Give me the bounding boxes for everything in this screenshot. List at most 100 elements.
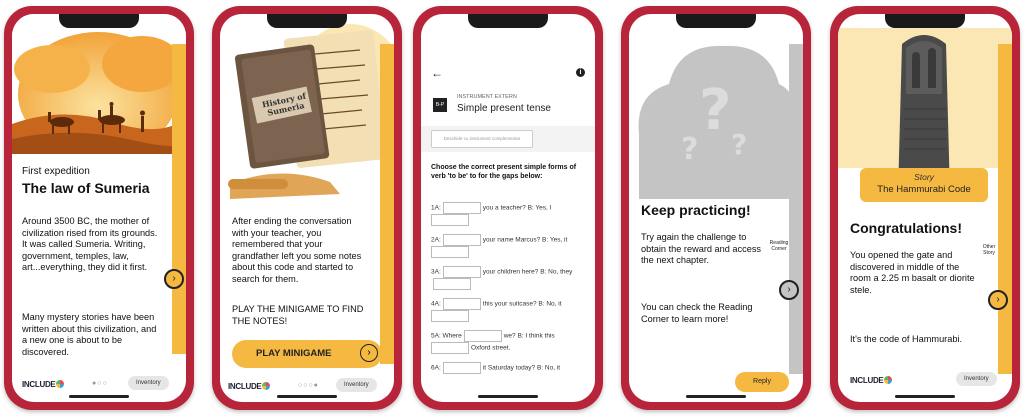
gap-item-3: 3A: your children here? B: No, they [431,266,585,290]
other-story-button[interactable]: › [988,290,1008,310]
phone-2: History of Sumeria After ending the conv… [212,6,402,410]
gap-suffix: it Saturday today? B: No, it [482,364,561,372]
page-title: The law of Sumeria [22,180,150,196]
retry-text: Try again the challenge to obtain the re… [641,232,762,265]
gap-item-6: 6A: it Saturday today? B: No, it [431,362,585,374]
gap-input[interactable] [442,298,481,310]
play-minigame-label: PLAY MINIGAME [256,348,332,359]
side-strip [998,44,1012,374]
logo-text: INCLUDE [22,380,56,389]
phone-4: ? ? ? Reading Corner › Keep practicing! … [621,6,811,410]
reading-corner-text: You can check the Reading Corner to lear… [641,302,753,324]
gap-tail: Oxford street. [471,344,511,352]
story-badge: Story The Hammurabi Code [860,168,988,202]
side-strip [380,44,394,364]
keep-practicing-title: Keep practicing! [641,202,751,218]
phone-5: Story The Hammurabi Code Other Story › C… [830,6,1020,410]
gap-prefix: 1A: [431,204,441,212]
svg-text:?: ? [681,132,698,167]
inventory-button[interactable]: Inventory [336,378,377,392]
gap-prefix: 6A: [431,364,441,372]
notch [885,14,965,28]
chevron-right-icon: › [996,294,1000,305]
gap-input[interactable] [433,278,471,290]
notch [676,14,756,28]
story-label: Story [914,172,934,182]
gap-input[interactable] [431,246,469,258]
gap-input[interactable] [431,310,469,322]
exercise-title: Simple present tense [457,103,551,114]
back-arrow-icon[interactable]: ← [431,66,443,80]
home-indicator [277,395,337,398]
side-strip [172,44,186,354]
story-text: After ending the conversation with your … [232,216,362,284]
page-dots: ●○○ [92,380,108,387]
gap-prefix: 2A: [431,236,441,244]
notch [468,14,548,28]
gap-input[interactable] [431,342,469,354]
info-icon[interactable]: i [576,68,585,77]
screen-3: ← i B-P INSTRUMENT EXTERN Simple present… [421,14,595,402]
notch [59,14,139,28]
inventory-button[interactable]: Inventory [956,372,997,386]
gap-suffix: your name Marcus? B: Yes, it [482,236,568,244]
gap-suffix: you a teacher? B: Yes, I [482,204,552,212]
discovery-text: You opened the gate and discovered in mi… [850,250,975,295]
logo-circle-icon [262,382,271,390]
reading-corner-button[interactable]: › [779,280,799,300]
chevron-right-icon: › [172,273,176,284]
side-label: Reading Corner [769,240,789,252]
home-indicator [69,395,129,398]
chevron-right-icon: › [787,284,791,295]
instrument-logo-icon: B-P [433,98,447,112]
next-chapter-button[interactable]: › [164,269,184,289]
instrument-label: INSTRUMENT EXTERN [457,94,517,100]
reply-button[interactable]: Reply [735,372,789,392]
gap-input[interactable] [431,214,469,226]
include-logo: INCLUDE [850,376,893,385]
gap-input[interactable] [442,266,481,278]
congratulations-title: Congratulations! [850,220,962,236]
phone-1: › First expedition The law of Sumeria Ar… [4,6,194,410]
gap-suffix: we? B: I think this [503,332,555,340]
stele-illustration [838,28,1012,194]
gap-prefix: 4A: [431,300,441,308]
screen-5: Story The Hammurabi Code Other Story › C… [838,14,1012,402]
include-logo: INCLUDE [228,382,271,391]
story-title: The Hammurabi Code [877,184,971,195]
include-logo: INCLUDE [22,380,65,389]
open-tool-button[interactable]: Deschide cu instrument complementar [431,130,533,148]
intro-text: Around 3500 BC, the mother of civilizati… [22,216,158,272]
gap-item-4: 4A: this your suitcase? B: No, it [431,298,585,322]
gap-suffix: your children here? B: No, they [482,268,573,276]
svg-text:?: ? [699,78,731,143]
notch [267,14,347,28]
home-indicator [686,395,746,398]
side-strip [789,44,803,374]
gap-input[interactable] [442,234,481,246]
side-label: Other Story [982,244,996,256]
mystery-text: Many mystery stories have been written a… [22,312,157,357]
gap-prefix: 5A: Where [431,332,462,340]
gap-input[interactable] [442,362,481,374]
gap-input[interactable] [442,202,481,214]
gap-item-2: 2A: your name Marcus? B: Yes, it [431,234,585,258]
gap-prefix: 3A: [431,268,441,276]
gap-suffix: this your suitcase? B: No, it [482,300,562,308]
logo-circle-icon [56,380,65,388]
gap-item-1: 1A: you a teacher? B: Yes, I [431,202,585,226]
logo-text: INCLUDE [850,376,884,385]
exercise-question: Choose the correct present simple forms … [431,164,577,180]
gap-item-5: 5A: Where we? B: I think this Oxford stree… [431,330,585,354]
screen-4: ? ? ? Reading Corner › Keep practicing! … [629,14,803,402]
screen-1: › First expedition The law of Sumeria Ar… [12,14,186,402]
gap-input[interactable] [463,330,502,342]
play-minigame-button[interactable]: PLAY MINIGAME › [232,340,382,368]
phone-3: ← i B-P INSTRUMENT EXTERN Simple present… [413,6,603,410]
logo-text: INCLUDE [228,382,262,391]
inventory-button[interactable]: Inventory [128,376,169,390]
mystery-cloud-illustration: ? ? ? [638,45,798,200]
screen-2: History of Sumeria After ending the conv… [220,14,394,402]
chevron-right-icon: › [360,344,378,362]
expedition-subtitle: First expedition [22,166,90,177]
